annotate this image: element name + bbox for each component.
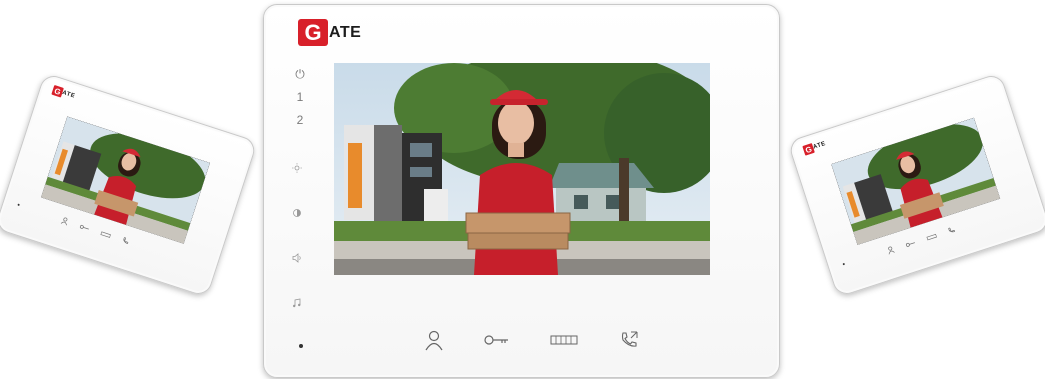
- gate-icon[interactable]: [100, 230, 112, 238]
- intercom-monitor-left: G ATE: [0, 72, 258, 298]
- logo-text: ATE: [812, 140, 827, 151]
- intercom-monitor-right: G ATE: [787, 72, 1045, 298]
- monitor-person-icon[interactable]: [60, 216, 70, 226]
- unlock-key-icon[interactable]: [79, 223, 90, 231]
- monitor-person-icon[interactable]: [886, 245, 896, 255]
- visitor-camera-image: [334, 63, 710, 275]
- visitor-camera-image: [831, 117, 1001, 245]
- gate-icon[interactable]: [926, 233, 937, 241]
- contrast-icon[interactable]: [292, 208, 308, 253]
- answer-call-icon[interactable]: [618, 329, 640, 351]
- brand-logo-small: G ATE: [802, 139, 827, 156]
- answer-call-icon[interactable]: [121, 236, 131, 246]
- side-keys: ⏻ 1 2: [288, 63, 312, 132]
- gate-icon[interactable]: [550, 334, 578, 346]
- brand-logo-small: G ATE: [51, 84, 76, 102]
- power-key[interactable]: ⏻: [288, 63, 312, 86]
- answer-call-icon[interactable]: [947, 225, 957, 235]
- key-1[interactable]: 1: [288, 86, 312, 109]
- microphone-dot: [842, 262, 846, 266]
- unlock-key-icon[interactable]: [905, 240, 916, 248]
- key-2[interactable]: 2: [288, 109, 312, 132]
- brand-logo: G ATE: [298, 19, 361, 46]
- volume-icon[interactable]: [292, 253, 308, 298]
- monitor-person-icon[interactable]: [424, 329, 444, 351]
- brightness-icon[interactable]: [292, 163, 308, 208]
- microphone-dot: [17, 203, 20, 207]
- video-screen-small: [831, 117, 1001, 245]
- intercom-monitor-main: G ATE ⏻ 1 2: [263, 4, 780, 378]
- microphone-dot: [299, 344, 303, 348]
- logo-g-mark: G: [298, 19, 328, 46]
- ringtone-icon[interactable]: [292, 298, 308, 343]
- side-settings-icons: [292, 163, 308, 343]
- logo-text: ATE: [61, 89, 76, 100]
- video-screen: [334, 63, 710, 275]
- unlock-key-icon[interactable]: [484, 334, 510, 346]
- bottom-control-icons: [424, 329, 640, 351]
- logo-text: ATE: [329, 23, 362, 41]
